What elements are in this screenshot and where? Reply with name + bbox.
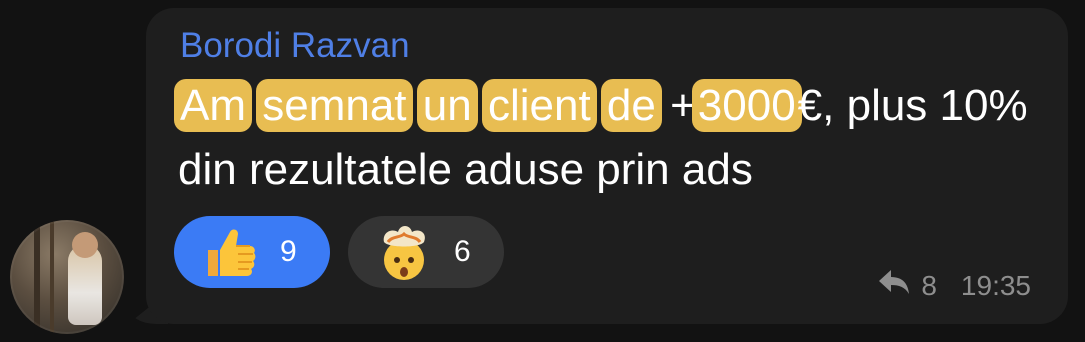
highlighted-word: client <box>481 79 597 132</box>
reaction-count: 9 <box>280 235 297 268</box>
message-time: 19:35 <box>960 269 1031 301</box>
message-text: Am semnat un client de +3000€, plus 10% … <box>174 74 1058 202</box>
message-meta: 8 19:35 <box>877 268 1031 303</box>
highlighted-word: de <box>600 79 662 132</box>
sender-name[interactable]: Borodi Razvan <box>180 26 410 66</box>
highlighted-word: 3000 <box>691 79 802 132</box>
highlighted-word: un <box>416 79 478 132</box>
replies-count[interactable]: 8 <box>921 270 937 302</box>
highlighted-word: semnat <box>256 79 413 132</box>
reaction-thumbs-up[interactable]: 9 <box>174 216 330 288</box>
highlighted-word: Am <box>174 79 252 132</box>
message-text-run: + <box>657 81 696 130</box>
thumbs-up-icon <box>198 220 262 284</box>
sender-avatar[interactable] <box>10 220 124 334</box>
reaction-count: 6 <box>454 235 471 268</box>
reply-icon[interactable] <box>877 268 911 303</box>
reaction-exploding-head[interactable]: 6 <box>348 216 504 288</box>
avatar-ring <box>10 220 124 334</box>
exploding-head-icon <box>372 220 436 284</box>
